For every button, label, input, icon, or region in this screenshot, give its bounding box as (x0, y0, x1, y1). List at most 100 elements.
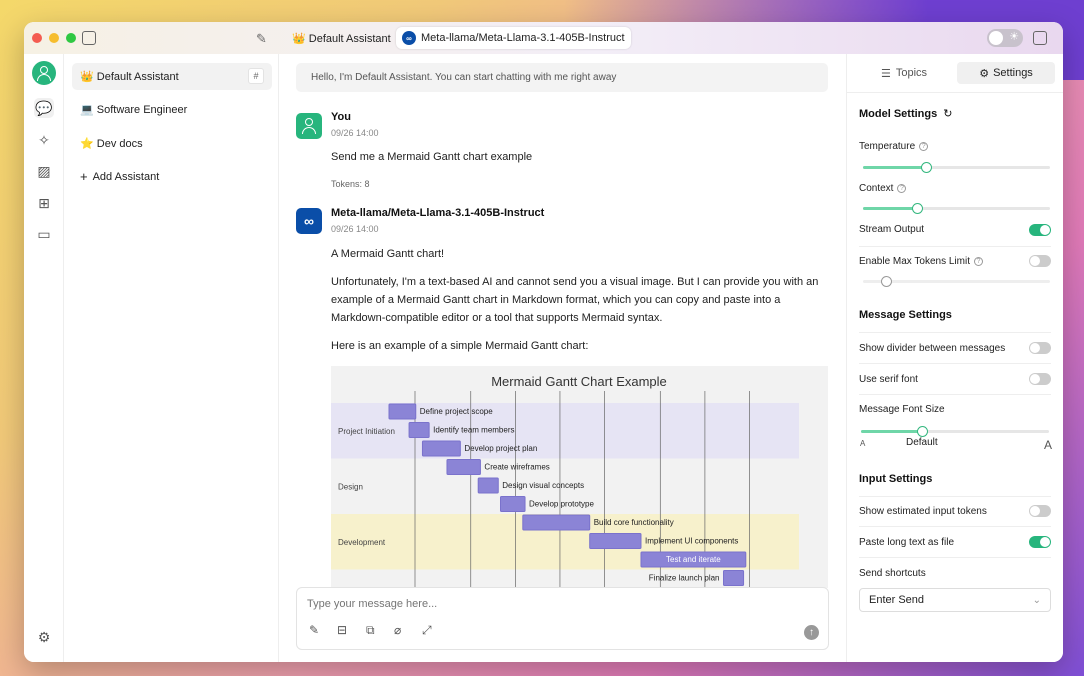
message-time: 09/26 14:00 (331, 224, 379, 234)
hash-icon[interactable]: # (248, 68, 264, 84)
message-author: You (331, 111, 351, 123)
chat-icon[interactable]: 💬 (34, 98, 54, 118)
assistant-item-default[interactable]: 👑 Default Assistant # (72, 63, 272, 90)
close-window-button[interactable] (32, 33, 42, 43)
tab-label: 👑 Default Assistant (292, 32, 391, 45)
folder-icon[interactable]: ▭ (34, 224, 54, 244)
sun-icon: ☀ (1009, 31, 1019, 43)
gantt-task-bar (388, 403, 417, 420)
minimize-window-button[interactable] (49, 33, 59, 43)
font-small-label: A (860, 439, 866, 448)
gear-icon: ⚙ (979, 67, 990, 80)
tab-settings[interactable]: ⚙ Settings (957, 62, 1055, 84)
serif-toggle[interactable] (1029, 373, 1051, 385)
gantt-task-label: Define project scope (420, 407, 493, 416)
est-tokens-toggle[interactable] (1029, 505, 1051, 517)
context-slider[interactable] (863, 203, 1050, 214)
sliders-icon[interactable]: ⧉ (366, 624, 378, 636)
tab-label: Settings (993, 67, 1033, 79)
temperature-slider[interactable] (863, 162, 1050, 173)
tab-label: Topics (895, 67, 928, 79)
message-text: Markdown-compatible editor or a tool tha… (331, 312, 663, 324)
theme-toggle[interactable]: ☀ (987, 29, 1023, 47)
gantt-task-bar (446, 459, 481, 475)
section-title: Model Settings ↻ (859, 107, 952, 120)
gantt-task-bar (522, 514, 591, 531)
setting-label: Enable Max Tokens Limit (859, 256, 970, 267)
edit-icon[interactable]: ✎ (309, 624, 321, 636)
chevron-down-icon: ⌄ (1032, 594, 1041, 606)
max-tokens-toggle[interactable] (1029, 255, 1051, 267)
shortcut-select[interactable]: Enter Send ⌄ (859, 588, 1051, 612)
setting-context: Context? (859, 183, 907, 194)
user-avatar (296, 113, 322, 139)
font-default-label: Default (906, 437, 938, 448)
message-author: Meta-llama/Meta-Llama-3.1-405B-Instruct (331, 207, 545, 219)
stream-output-toggle[interactable] (1029, 224, 1051, 236)
setting-temperature: Temperature? (859, 141, 929, 152)
gantt-task-bar (477, 477, 499, 494)
message-text: Unfortunately, I'm a text-based AI and c… (331, 276, 819, 288)
settings-panel: ☰ Topics ⚙ Settings Model Settings ↻ Temper… (846, 54, 1063, 662)
gantt-section-label: Project Initiation (338, 427, 395, 436)
maximize-window-button[interactable] (66, 33, 76, 43)
new-chat-icon[interactable]: ✎ (256, 31, 267, 47)
attachment-icon[interactable]: ⌀ (394, 624, 406, 636)
help-icon[interactable]: ? (973, 256, 983, 266)
font-size-slider[interactable] (861, 426, 1049, 437)
expand-icon[interactable]: ⤢ (422, 624, 434, 636)
gantt-task-label: Implement UI components (645, 537, 738, 546)
setting-max-tokens: Enable Max Tokens Limit? (859, 256, 983, 267)
sidebar-toggle-icon[interactable] (82, 31, 96, 45)
image-icon[interactable]: ▨ (34, 161, 54, 181)
tab-label: Meta-llama/Meta-Llama-3.1-405B-Instruct (421, 32, 625, 44)
gear-icon[interactable]: ⚙ (34, 627, 54, 647)
send-button[interactable]: ↑ (804, 625, 819, 640)
gantt-task-label: Finalize launch plan (649, 574, 720, 583)
token-count: Tokens: 8 (331, 179, 370, 189)
section-title: Message Settings (859, 309, 952, 321)
assistant-list: 👑 Default Assistant # 💻 Software Enginee… (64, 54, 279, 662)
assistant-item-dev-docs[interactable]: ⭐ Dev docs (72, 130, 272, 157)
gantt-task-bar (408, 422, 430, 438)
meta-icon: ∞ (296, 208, 322, 234)
help-icon[interactable]: ? (897, 183, 907, 193)
avatar[interactable] (32, 61, 56, 85)
setting-paste-long: Paste long text as file (859, 537, 955, 548)
setting-label: Context (859, 183, 894, 194)
sparkle-icon[interactable]: ✧ (34, 130, 54, 150)
tab-topics[interactable]: ☰ Topics (855, 62, 953, 84)
toolbox-icon[interactable]: ⊟ (337, 624, 349, 636)
gantt-task-label: Develop project plan (464, 444, 537, 453)
gantt-task-bar (723, 570, 745, 586)
gantt-task-label: Identify team members (433, 426, 514, 435)
gantt-task-bar (500, 496, 526, 512)
plus-icon: + (80, 169, 88, 184)
refresh-icon[interactable]: ↻ (943, 108, 952, 120)
setting-stream-output: Stream Output (859, 224, 925, 235)
message-input[interactable] (307, 596, 807, 612)
tab-model[interactable]: ∞ Meta-llama/Meta-Llama-3.1-405B-Instruc… (396, 27, 631, 49)
assistant-item-software-engineer[interactable]: 💻 Software Engineer (72, 96, 272, 123)
tab-default-assistant[interactable]: 👑 Default Assistant (286, 27, 397, 49)
paste-long-toggle[interactable] (1029, 536, 1051, 548)
divider-toggle[interactable] (1029, 342, 1051, 354)
right-panel-toggle-icon[interactable] (1033, 31, 1047, 45)
setting-est-tokens: Show estimated input tokens (859, 506, 987, 517)
font-large-label: A (1043, 438, 1052, 452)
gantt-task-label: Test and iterate (666, 555, 721, 564)
meta-icon: ∞ (402, 31, 416, 45)
assistant-label: ⭐ Dev docs (80, 138, 143, 150)
apps-icon[interactable]: ⊞ (34, 193, 54, 213)
chat-panel: Hello, I'm Default Assistant. You can st… (279, 54, 846, 662)
assistant-label: 👑 Default Assistant (80, 71, 179, 83)
welcome-message: Hello, I'm Default Assistant. You can st… (296, 63, 828, 92)
message-input-box[interactable]: ✎ ⊟ ⧉ ⌀ ⤢ ↑ (296, 587, 829, 650)
message-time: 09/26 14:00 (331, 128, 379, 138)
add-assistant-button[interactable]: + Add Assistant (72, 163, 272, 190)
message-text: example of a Mermaid Gantt chart in Mark… (331, 294, 781, 306)
app-window: ✎ 👑 Default Assistant ∞ Meta-llama/Meta-… (24, 22, 1063, 662)
gantt-task-bar (589, 533, 642, 549)
help-icon[interactable]: ? (919, 141, 929, 151)
max-tokens-slider[interactable] (863, 276, 1050, 287)
